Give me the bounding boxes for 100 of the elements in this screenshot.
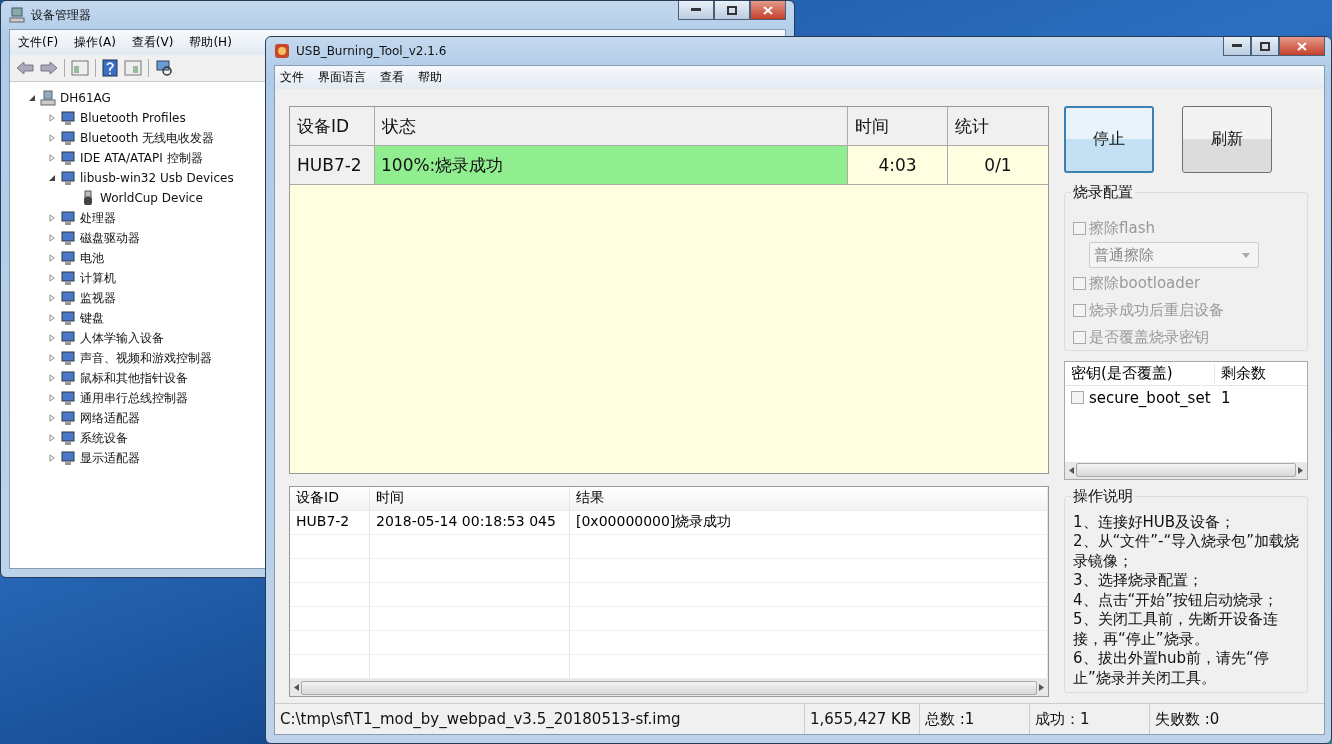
tree-item[interactable]: 通用串行总线控制器 xyxy=(80,389,188,407)
scroll-right-icon[interactable] xyxy=(1298,466,1303,474)
instruction-text: 6、拔出外置hub前，请先“停止”烧录并关闭工具。 xyxy=(1073,649,1270,688)
menu-item[interactable]: 帮助(H) xyxy=(189,33,232,52)
expand-arrow-icon[interactable] xyxy=(48,414,56,422)
status-failed: 失败数 :0 xyxy=(1154,708,1221,730)
expand-arrow-icon[interactable] xyxy=(48,334,56,342)
instruction-text: 1、连接好HUB及设备； xyxy=(1073,512,1237,532)
tree-item[interactable]: 网络适配器 xyxy=(80,409,140,427)
forward-arrow-icon[interactable] xyxy=(40,61,58,75)
close-button[interactable] xyxy=(1279,37,1325,56)
tree-item[interactable]: 显示适配器 xyxy=(80,449,140,467)
menu-item[interactable]: 文件 xyxy=(280,68,304,87)
menu-item[interactable]: 查看 xyxy=(380,68,404,87)
menu-item[interactable]: 文件(F) xyxy=(18,33,59,52)
menu-item[interactable]: 操作(A) xyxy=(74,33,116,52)
tree-item[interactable]: 监视器 xyxy=(80,289,116,307)
tree-item[interactable]: Bluetooth 无线电收发器 xyxy=(80,129,215,147)
window-title: USB_Burning_Tool_v2.1.6 xyxy=(296,44,447,58)
dropdown-arrow-icon xyxy=(1242,252,1250,258)
expand-arrow-icon[interactable] xyxy=(48,134,56,142)
window-pane-icon[interactable] xyxy=(124,60,142,76)
key-checkbox[interactable]: secure_boot_set xyxy=(1065,388,1215,407)
status-size: 1,655,427 KB xyxy=(805,704,920,734)
close-icon xyxy=(1297,41,1307,51)
maximize-icon xyxy=(727,5,737,15)
column-header[interactable]: 设备ID xyxy=(290,487,370,510)
column-header[interactable]: 时间 xyxy=(848,107,948,146)
expand-arrow-icon[interactable] xyxy=(48,214,56,222)
column-header[interactable]: 剩余数 xyxy=(1215,364,1272,383)
monitor-scan-icon[interactable] xyxy=(155,59,173,77)
horizontal-scrollbar[interactable] xyxy=(1065,461,1307,479)
minimize-button[interactable] xyxy=(1223,37,1251,56)
table-cell: HUB7-2 xyxy=(290,146,375,185)
expand-arrow-icon[interactable] xyxy=(48,114,56,122)
expand-arrow-icon[interactable] xyxy=(48,154,56,162)
device-icon xyxy=(60,450,76,466)
tree-item[interactable]: 人体学输入设备 xyxy=(80,329,164,347)
device-icon xyxy=(60,150,76,166)
column-header[interactable]: 结果 xyxy=(570,487,1048,510)
tree-item[interactable]: 系统设备 xyxy=(80,429,128,447)
tree-item[interactable]: libusb-win32 Usb Devices xyxy=(80,171,234,185)
action-button[interactable]: 刷新 xyxy=(1182,106,1272,173)
tree-item[interactable]: 键盘 xyxy=(80,309,104,327)
expand-arrow-icon[interactable] xyxy=(48,254,56,262)
instruction-text: 3、选择烧录配置； xyxy=(1073,571,1204,591)
device-icon xyxy=(60,270,76,286)
device-icon xyxy=(60,290,76,306)
tree-item[interactable]: WorldCup Device xyxy=(100,191,203,205)
expand-arrow-icon[interactable] xyxy=(48,314,56,322)
tree-item[interactable]: Bluetooth Profiles xyxy=(80,111,186,125)
device-icon xyxy=(60,170,76,186)
computer-icon xyxy=(40,90,56,106)
tree-item[interactable]: 处理器 xyxy=(80,209,116,227)
device-icon xyxy=(60,330,76,346)
menu-item[interactable]: 帮助 xyxy=(418,68,442,87)
table-cell: [0x00000000]烧录成功 xyxy=(570,511,1048,534)
tree-item[interactable]: 鼠标和其他指针设备 xyxy=(80,369,188,387)
action-button[interactable]: 停止 xyxy=(1064,106,1154,173)
expand-arrow-icon[interactable] xyxy=(48,394,56,402)
tree-item[interactable]: 磁盘驱动器 xyxy=(80,229,140,247)
table-cell: 0/1 xyxy=(948,146,1048,185)
group-title: 烧录配置 xyxy=(1071,183,1135,202)
device-icon xyxy=(60,130,76,146)
device-icon xyxy=(60,370,76,386)
menu-item[interactable]: 查看(V) xyxy=(131,33,174,52)
column-header[interactable]: 密钥(是否覆盖) xyxy=(1065,364,1215,383)
expand-arrow-icon[interactable] xyxy=(48,234,56,242)
scroll-right-icon[interactable] xyxy=(1039,684,1044,691)
close-button[interactable] xyxy=(750,1,786,20)
expand-arrow-icon[interactable] xyxy=(48,374,56,382)
tree-item[interactable]: 计算机 xyxy=(80,269,116,287)
expand-arrow-icon[interactable] xyxy=(48,274,56,282)
maximize-button[interactable] xyxy=(1251,37,1279,56)
collapse-arrow-icon[interactable] xyxy=(48,174,56,182)
table-cell: 2018-05-14 00:18:53 045 xyxy=(370,511,570,534)
scroll-left-icon[interactable] xyxy=(294,684,299,691)
expand-arrow-icon[interactable] xyxy=(48,454,56,462)
minimize-button[interactable] xyxy=(678,1,714,20)
tree-item[interactable]: 声音、视频和游戏控制器 xyxy=(80,349,212,367)
instruction-text: 2、从“文件”-“导入烧录包”加载烧录镜像； xyxy=(1073,532,1301,571)
tree-item[interactable]: DH61AG xyxy=(60,91,111,105)
window-pane-icon[interactable] xyxy=(71,60,89,76)
column-header[interactable]: 时间 xyxy=(370,487,570,510)
device-icon xyxy=(60,410,76,426)
maximize-button[interactable] xyxy=(714,1,750,20)
collapse-arrow-icon[interactable] xyxy=(28,94,36,102)
expand-arrow-icon[interactable] xyxy=(48,354,56,362)
back-arrow-icon[interactable] xyxy=(16,61,34,75)
menu-item[interactable]: 界面语言 xyxy=(318,68,366,87)
expand-arrow-icon[interactable] xyxy=(48,434,56,442)
help-book-icon[interactable] xyxy=(102,59,118,77)
expand-arrow-icon[interactable] xyxy=(48,294,56,302)
minimize-icon xyxy=(691,8,701,12)
table-cell-text: 1 xyxy=(1220,388,1232,407)
scroll-left-icon[interactable] xyxy=(1069,466,1074,474)
column-header[interactable]: 统计 xyxy=(948,107,1048,146)
tree-item[interactable]: 电池 xyxy=(80,249,104,267)
horizontal-scrollbar[interactable] xyxy=(290,679,1048,696)
tree-item[interactable]: IDE ATA/ATAPI 控制器 xyxy=(80,149,203,167)
